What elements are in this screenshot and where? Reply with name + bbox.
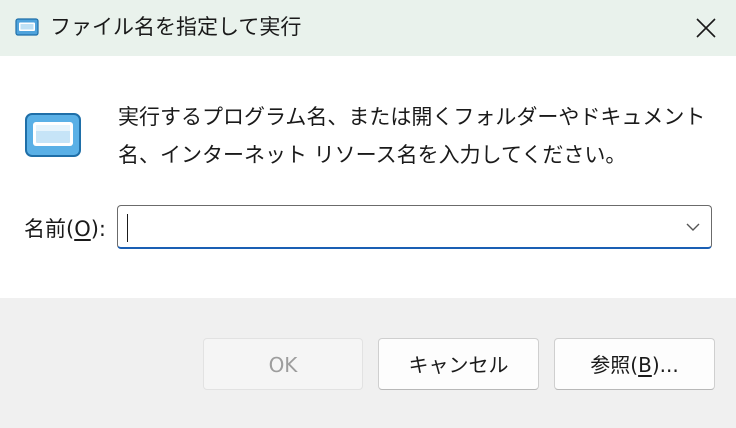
button-bar: OK キャンセル 参照(B)... xyxy=(0,298,736,428)
close-button[interactable] xyxy=(676,0,736,56)
dialog-content: 実行するプログラム名、または開くフォルダーやドキュメント名、インターネット リソ… xyxy=(0,56,736,298)
browse-button[interactable]: 参照(B)... xyxy=(554,338,715,390)
run-dialog-icon xyxy=(15,18,39,36)
close-icon xyxy=(696,18,716,38)
open-combobox[interactable] xyxy=(117,205,712,249)
text-caret xyxy=(127,214,128,242)
dropdown-button[interactable] xyxy=(683,216,703,238)
open-label: 名前(O): xyxy=(24,217,107,241)
cancel-button[interactable]: キャンセル xyxy=(378,338,539,390)
chevron-down-icon xyxy=(686,223,700,231)
window-title: ファイル名を指定して実行 xyxy=(50,15,302,39)
title-bar: ファイル名を指定して実行 xyxy=(0,0,736,56)
ok-button[interactable]: OK xyxy=(203,338,363,390)
description-text: 実行するプログラム名、または開くフォルダーやドキュメント名、インターネット リソ… xyxy=(118,105,706,167)
run-dialog-icon xyxy=(25,113,81,157)
open-input[interactable] xyxy=(126,211,666,243)
